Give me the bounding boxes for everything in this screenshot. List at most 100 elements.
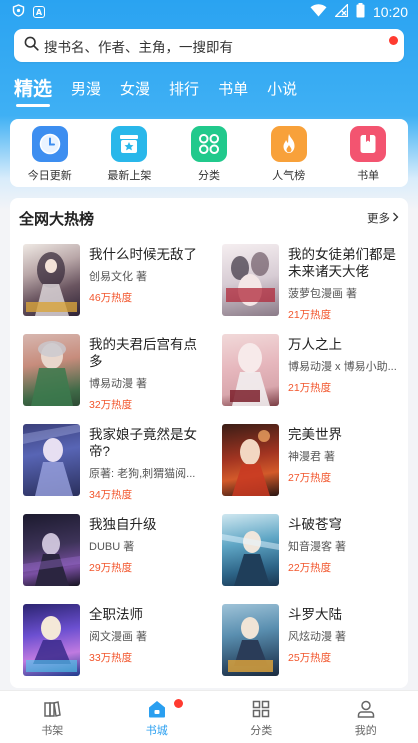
quick-link-today-update[interactable]: 今日更新	[15, 126, 85, 183]
tab-novels[interactable]: 小说	[267, 76, 297, 104]
nav-bookshelf[interactable]: 书架	[17, 691, 87, 743]
more-label: 更多	[367, 213, 390, 225]
nav-categories[interactable]: 分类	[226, 691, 296, 743]
book-cover	[222, 244, 279, 316]
book-heat: 29万热度	[89, 562, 133, 574]
book-title: 我什么时候无敌了	[89, 247, 197, 262]
tab-ranking[interactable]: 排行	[169, 76, 199, 104]
book-item[interactable]: 我的女徒弟们都是未来诸天大佬 菠萝包漫画 著 21万热度	[222, 244, 412, 321]
book-author: 原著: 老狗,刺猬猫阅...	[89, 468, 196, 480]
tab-booklist[interactable]: 书单	[218, 76, 248, 104]
quick-link-label: 最新上架	[107, 170, 152, 182]
status-bar: A 10:20	[0, 0, 418, 24]
nav-label: 书城	[145, 725, 168, 737]
tab-female-comics[interactable]: 女漫	[120, 76, 150, 104]
book-title: 我的女徒弟们都是未来诸天大佬	[288, 247, 396, 279]
quick-link-label: 分类	[197, 170, 220, 182]
book-item[interactable]: 完美世界 神漫君 著 27万热度	[222, 424, 412, 496]
book-item[interactable]: 我什么时候无敌了 创易文化 著 46万热度	[23, 244, 213, 316]
hot-ranking-section: 全网大热榜 更多 我什么时候无敌了 创易文化 著 46万热度 我的女徒弟们都是未…	[10, 198, 408, 688]
search-placeholder: 搜书名、作者、主角，一搜即有	[44, 39, 233, 55]
quick-link-label: 今日更新	[27, 170, 72, 182]
notification-dot	[173, 699, 183, 708]
book-title: 完美世界	[288, 427, 342, 442]
quick-link-label: 人气榜	[272, 170, 306, 182]
book-cover	[23, 334, 80, 406]
book-item[interactable]: 我家娘子竟然是女帝? 原著: 老狗,刺猬猫阅... 34万热度	[23, 424, 213, 501]
tab-male-comics[interactable]: 男漫	[71, 76, 101, 104]
tab-featured[interactable]: 精选	[14, 76, 52, 104]
bottom-navigation: 书架 书城 分类 我的	[0, 690, 418, 743]
search-icon	[24, 36, 39, 55]
search-input[interactable]: 搜书名、作者、主角，一搜即有	[14, 29, 404, 62]
bookshelf-icon	[42, 699, 62, 719]
flame-icon	[270, 126, 307, 162]
quick-link-popular[interactable]: 人气榜	[254, 126, 324, 183]
book-author: 知音漫客 著	[288, 541, 347, 553]
book-title: 我的夫君后宫有点多	[89, 337, 197, 369]
book-item[interactable]: 全职法师 阅文漫画 著 33万热度	[23, 604, 213, 676]
book-heat: 46万热度	[89, 292, 133, 304]
book-item[interactable]: 我独自升级 DUBU 著 29万热度	[23, 514, 213, 586]
home-icon	[147, 699, 167, 719]
book-heat: 33万热度	[89, 652, 133, 664]
book-title: 斗罗大陆	[288, 607, 342, 622]
quick-links: 今日更新 最新上架 分类 人气榜 书单	[10, 119, 408, 187]
nav-label: 我的	[354, 725, 377, 737]
user-icon	[356, 699, 376, 719]
book-item[interactable]: 万人之上 博易动漫 x 博易小助... 21万热度	[222, 334, 412, 406]
grid-icon	[190, 126, 227, 162]
book-cover	[222, 424, 279, 496]
book-author: 博易动漫 著	[89, 378, 148, 390]
star-tray-icon	[111, 126, 148, 162]
quick-link-new-arrivals[interactable]: 最新上架	[94, 126, 164, 183]
shield-icon	[12, 3, 25, 21]
quick-link-categories[interactable]: 分类	[174, 126, 244, 183]
book-title: 万人之上	[288, 337, 342, 352]
book-heat: 25万热度	[288, 652, 332, 664]
book-author: 博易动漫 x 博易小助...	[288, 361, 397, 373]
nav-profile[interactable]: 我的	[331, 691, 401, 743]
book-author: 阅文漫画 著	[89, 631, 148, 643]
book-item[interactable]: 我的夫君后宫有点多 博易动漫 著 32万热度	[23, 334, 213, 411]
book-heat: 21万热度	[288, 309, 332, 321]
book-author: 创易文化 著	[89, 271, 148, 283]
book-title: 我家娘子竟然是女帝?	[89, 427, 197, 459]
quick-link-label: 书单	[357, 170, 380, 182]
section-title: 全网大热榜	[19, 211, 95, 228]
book-author: DUBU 著	[89, 541, 135, 553]
a-icon: A	[33, 6, 45, 18]
book-heat: 34万热度	[89, 489, 133, 501]
top-tabs: 精选 男漫 女漫 排行 书单 小说	[0, 74, 418, 107]
book-heat: 32万热度	[89, 399, 133, 411]
chevron-right-icon	[392, 212, 399, 225]
book-heat: 21万热度	[288, 382, 332, 394]
booklist-icon	[350, 126, 387, 162]
active-tab-indicator	[16, 104, 50, 107]
nav-bookstore[interactable]: 书城	[122, 691, 192, 743]
notification-dot	[389, 36, 398, 45]
book-title: 我独自升级	[89, 517, 157, 532]
book-cover	[23, 604, 80, 676]
clock-time: 10:20	[372, 4, 408, 20]
book-item[interactable]: 斗罗大陆 风炫动漫 著 25万热度	[222, 604, 412, 676]
book-cover	[23, 424, 80, 496]
book-heat: 27万热度	[288, 472, 332, 484]
book-author: 神漫君 著	[288, 451, 336, 463]
book-cover	[23, 514, 80, 586]
book-author: 风炫动漫 著	[288, 631, 347, 643]
book-cover	[222, 334, 279, 406]
quick-link-booklist[interactable]: 书单	[333, 126, 403, 183]
book-heat: 22万热度	[288, 562, 332, 574]
more-link[interactable]: 更多	[367, 210, 399, 226]
book-title: 斗破苍穹	[288, 517, 342, 532]
book-author: 菠萝包漫画 著	[288, 288, 358, 300]
clock-icon	[31, 126, 68, 162]
book-cover	[23, 244, 80, 316]
book-cover	[222, 514, 279, 586]
book-title: 全职法师	[89, 607, 143, 622]
book-cover	[222, 604, 279, 676]
no-signal-icon	[333, 2, 349, 21]
category-icon	[251, 699, 271, 719]
book-item[interactable]: 斗破苍穹 知音漫客 著 22万热度	[222, 514, 412, 586]
